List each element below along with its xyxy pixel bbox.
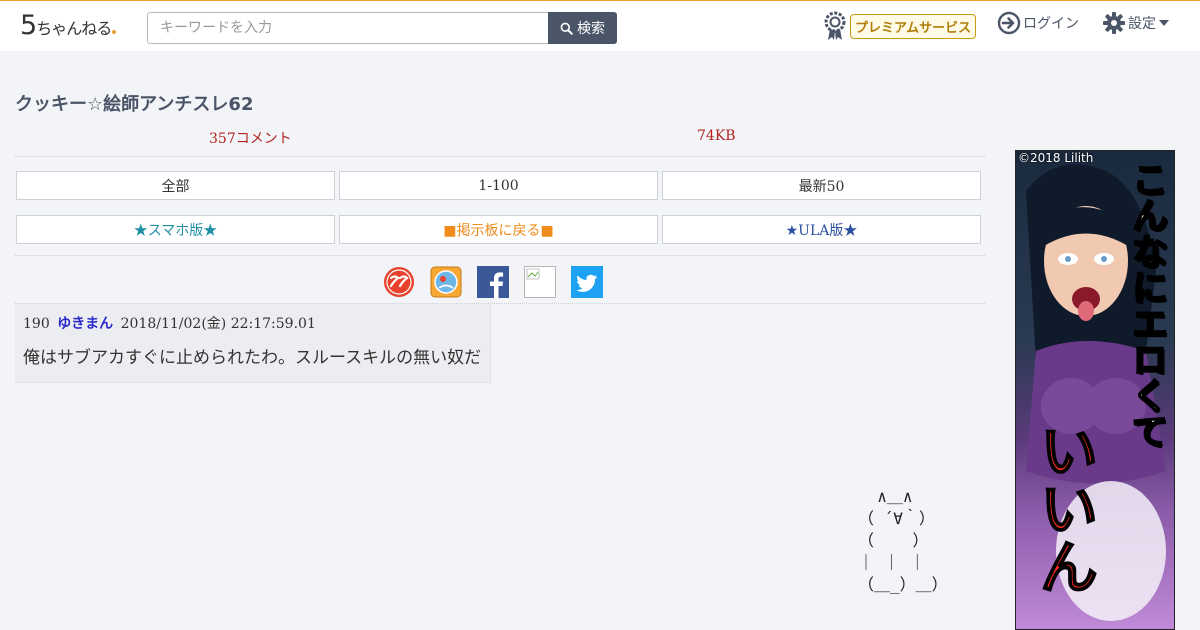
nav-back-to-board-button[interactable]: ■掲示板に戻る■ xyxy=(339,215,658,244)
thread-size: 74KB xyxy=(697,128,736,144)
site-header: 5ちゃんねる 検索 プレミアムサービス ログイン xyxy=(0,0,1200,51)
nav-range-button[interactable]: 1-100 xyxy=(339,171,658,200)
ad-copyright: ©2018 Lilith xyxy=(1018,151,1094,165)
settings-menu[interactable]: 設定 xyxy=(1102,11,1169,35)
ad-headline-big: いいんで xyxy=(1029,420,1099,596)
divider xyxy=(15,156,985,157)
ad-headline-part: こんな xyxy=(1125,160,1168,270)
chevron-down-icon xyxy=(1159,20,1169,26)
nav-latest-button[interactable]: 最新50 xyxy=(662,171,981,200)
search-input[interactable] xyxy=(147,12,549,44)
logo-dot xyxy=(112,30,117,34)
rss-bubble-icon[interactable] xyxy=(430,266,462,298)
award-ribbon-icon xyxy=(824,11,846,40)
logo-digit: 5 xyxy=(20,10,38,41)
sign-in-icon xyxy=(997,11,1021,35)
logo-kana: ちゃんねる xyxy=(36,19,112,38)
premium-service-label: プレミアムサービス xyxy=(850,13,977,39)
nav-smartphone-button[interactable]: ★スマホ版★ xyxy=(16,215,335,244)
post-author: ゆきまん xyxy=(57,316,114,332)
post-number[interactable]: 190 xyxy=(23,316,50,332)
ad-headline-part: エロ xyxy=(1125,304,1168,378)
post-datetime: 2018/11/02(金) 22:17:59.01 xyxy=(120,316,316,332)
login-label: ログイン xyxy=(1023,16,1079,32)
premium-service-link[interactable]: プレミアムサービス xyxy=(822,11,977,41)
search-icon xyxy=(560,22,573,35)
post-header: 190 ゆきまん 2018/11/02(金) 22:17:59.01 xyxy=(23,313,316,333)
search-button[interactable]: 検索 xyxy=(548,12,617,44)
ad-headline-part: に xyxy=(1125,268,1168,306)
ad-headline: こんなにエロくて xyxy=(1125,160,1172,450)
nav-ula-button[interactable]: ★ULA版★ xyxy=(662,215,981,244)
facebook-icon[interactable] xyxy=(477,266,509,298)
susu-icon[interactable] xyxy=(383,266,415,298)
search-button-label: 検索 xyxy=(577,21,605,37)
site-logo[interactable]: 5ちゃんねる xyxy=(20,10,117,41)
post-body: 俺はサブアカすぐに止められたわ。スルースキルの無い奴だ xyxy=(23,348,482,368)
settings-label: 設定 xyxy=(1128,16,1156,32)
nav-all-button[interactable]: 全部 xyxy=(16,171,335,200)
broken-image-icon[interactable] xyxy=(524,266,556,298)
divider xyxy=(15,255,985,256)
post: 190 ゆきまん 2018/11/02(金) 22:17:59.01 俺はサブア… xyxy=(15,304,491,383)
ad-headline-part: くて xyxy=(1125,376,1168,450)
gear-icon xyxy=(1103,12,1125,34)
comment-count: 357コメント xyxy=(209,131,292,147)
ascii-art: ∧＿∧ （ ´∀｀） （ ） ｜ ｜ ｜ （＿_）＿） xyxy=(858,487,948,594)
twitter-icon[interactable] xyxy=(571,266,603,298)
thread-title: クッキー☆絵師アンチスレ62 xyxy=(15,94,254,115)
login-link[interactable]: ログイン xyxy=(997,11,1079,35)
advertisement-banner[interactable]: ©2018 Lilith こんなにエロくて いいんで xyxy=(1015,150,1175,630)
